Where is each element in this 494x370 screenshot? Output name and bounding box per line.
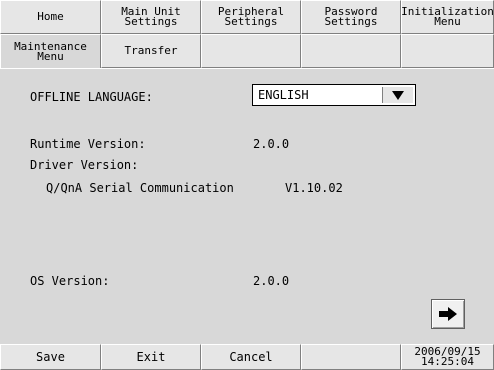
- triangle-down-icon[interactable]: [382, 87, 413, 103]
- time-text: 14:25:04: [421, 355, 474, 368]
- arrow-right-icon: [439, 307, 457, 321]
- exit-button[interactable]: Exit: [101, 344, 201, 370]
- next-page-button[interactable]: [431, 299, 465, 329]
- tab-initialization-menu[interactable]: Initialization Menu: [401, 0, 494, 34]
- tab-main-unit-settings[interactable]: Main Unit Settings: [101, 0, 201, 34]
- bottom-empty-slot: [301, 344, 401, 370]
- driver-version-label: Driver Version:: [30, 158, 139, 172]
- tab-transfer[interactable]: Transfer: [101, 34, 201, 68]
- driver-version-value: V1.10.02: [285, 181, 343, 195]
- offline-language-select[interactable]: ENGLISH: [252, 84, 416, 106]
- main-panel: [0, 68, 494, 345]
- runtime-version-value: 2.0.0: [253, 137, 290, 151]
- save-button[interactable]: Save: [0, 344, 101, 370]
- tab-empty-3: [401, 34, 494, 68]
- offline-language-label: OFFLINE LANGUAGE:: [30, 90, 153, 104]
- offline-language-value: ENGLISH: [258, 88, 309, 102]
- tab-peripheral-settings[interactable]: Peripheral Settings: [201, 0, 301, 34]
- runtime-version-label: Runtime Version:: [30, 137, 146, 151]
- tab-password-settings[interactable]: Password Settings: [301, 0, 401, 34]
- driver-name: Q/QnA Serial Communication: [46, 181, 234, 195]
- tab-home[interactable]: Home: [0, 0, 101, 34]
- tab-empty-1: [201, 34, 301, 68]
- os-version-value: 2.0.0: [253, 274, 290, 288]
- tab-empty-2: [301, 34, 401, 68]
- clock-display: 2006/09/15 14:25:04: [401, 344, 494, 370]
- cancel-button[interactable]: Cancel: [201, 344, 301, 370]
- os-version-label: OS Version:: [30, 274, 110, 288]
- tab-maintenance-menu[interactable]: Maintenance Menu: [0, 34, 101, 69]
